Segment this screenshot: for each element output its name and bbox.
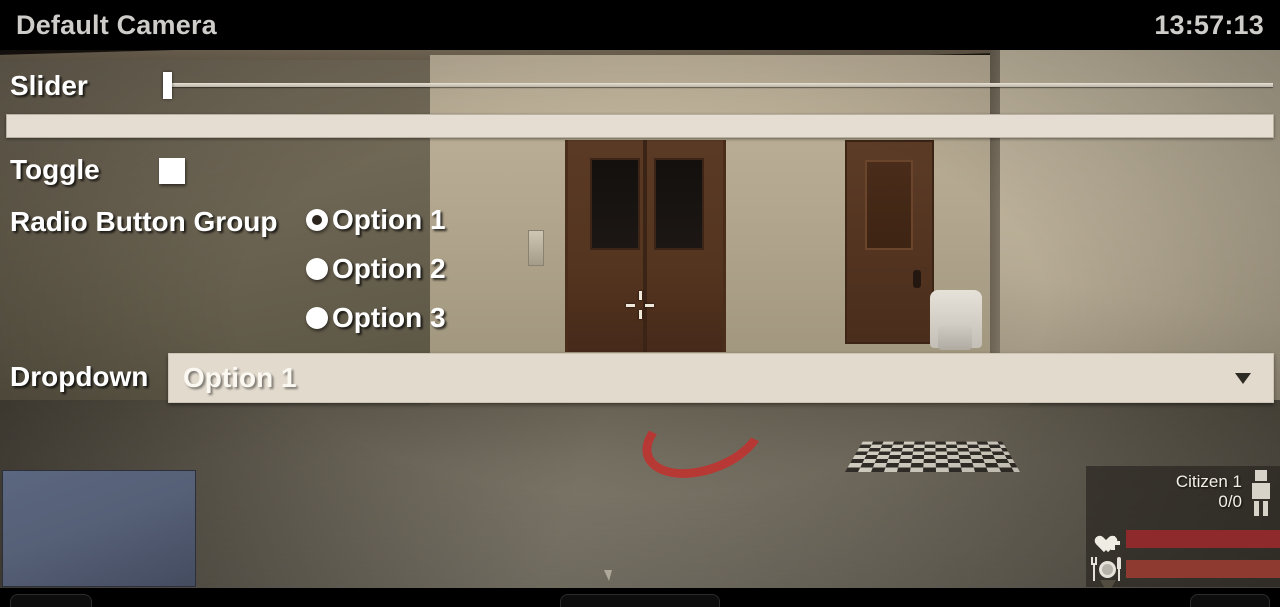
door-glass-pane-left [590,158,640,250]
bottom-bar-button-left[interactable] [10,594,92,607]
crosshair-left [626,304,635,307]
crosshair-bottom [639,310,642,319]
door-center-split [643,140,647,352]
radio-dot-icon[interactable] [306,209,328,231]
door-glass-pane-right [654,158,704,250]
chevron-down-icon[interactable] [1235,372,1251,384]
radio-option-3[interactable]: Option 3 [306,302,446,334]
top-bar: Default Camera 13:57:13 [0,0,1280,50]
hud-name-block: Citizen 1 0/0 [1176,470,1242,512]
dropdown-select[interactable]: Option 1 [168,353,1274,403]
person-body [1252,483,1270,499]
slider-handle[interactable] [163,72,172,99]
person-icon [1250,470,1272,516]
plate-shape [1099,561,1116,578]
radio-dot-icon[interactable] [306,258,328,280]
hud-header: Citizen 1 0/0 [1176,470,1272,516]
toggle-label: Toggle [10,154,100,185]
mouse-cursor [604,570,612,581]
radio-option-1[interactable]: Option 1 [306,204,446,236]
fork-shape [1091,557,1097,581]
food-bar [1126,560,1280,578]
food-stat-row [1090,554,1280,584]
scene-double-door [565,140,726,352]
radio-option-3-label: Option 3 [332,302,446,333]
bottom-bar [0,588,1280,607]
plus-shape [1106,536,1120,550]
minimap-panel[interactable] [2,470,196,587]
slider-track[interactable] [168,83,1273,87]
side-door-knob [913,270,921,288]
heart-plus-icon [1090,524,1124,554]
unit-status-hud[interactable]: Citizen 1 0/0 [1086,466,1280,587]
dropdown-label: Dropdown [10,361,149,392]
crosshair-right [645,304,654,307]
radio-option-2-label: Option 2 [332,253,446,284]
crosshair-top [639,291,642,300]
person-head [1255,470,1267,481]
toggle-checkbox[interactable] [159,158,185,184]
game-window: Default Camera 13:57:13 Slider Toggle Ra… [0,0,1280,607]
health-stat-row [1090,524,1280,554]
slider-label: Slider [10,70,88,101]
page-title: Default Camera [16,9,217,40]
person-leg-right [1263,501,1268,516]
dropdown-selected-value: Option 1 [183,362,297,393]
bottom-bar-button-center[interactable] [560,594,720,607]
scene-side-door [845,140,934,344]
health-bar [1126,530,1280,548]
radio-group-label: Radio Button Group [10,206,278,237]
side-door-panel [865,160,913,250]
scene-checker-tiles [845,441,1020,472]
progress-bar[interactable] [6,114,1274,138]
scene-toilet [930,290,982,350]
radio-option-2[interactable]: Option 2 [306,253,446,285]
scene-light-switch [528,230,544,266]
crosshair-icon [626,291,654,319]
unit-name: Citizen 1 [1175,472,1242,491]
bottom-bar-button-right[interactable] [1190,594,1270,607]
radio-dot-icon[interactable] [306,307,328,329]
fork-plate-knife-icon [1090,554,1124,584]
radio-option-1-label: Option 1 [332,204,446,235]
person-leg-left [1254,501,1259,516]
unit-count: 0/0 [1218,492,1242,511]
knife-shape [1117,557,1121,581]
clock-readout: 13:57:13 [1154,9,1264,40]
